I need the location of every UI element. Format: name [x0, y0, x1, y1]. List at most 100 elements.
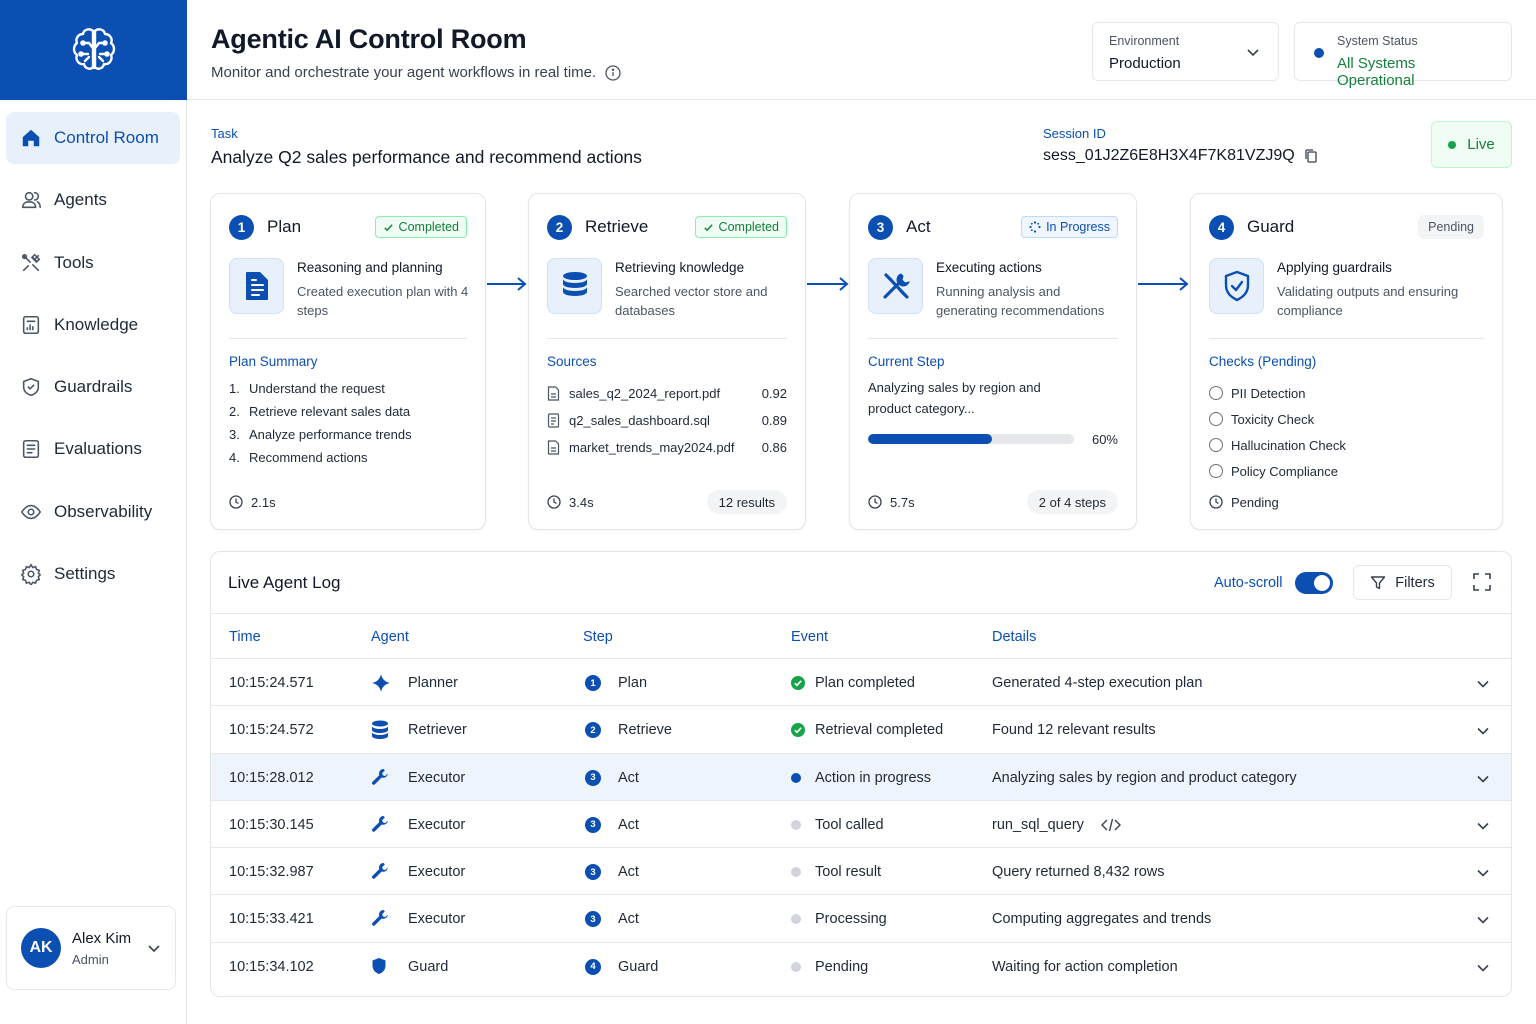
row-event: Plan completed [815, 675, 915, 691]
chevron-down-icon[interactable] [1476, 724, 1490, 738]
autoscroll-toggle[interactable] [1295, 572, 1333, 594]
row-step-number: 1 [585, 675, 601, 691]
sidebar-item-knowledge[interactable]: Knowledge [6, 299, 180, 351]
system-status: System Status All Systems Operational [1294, 22, 1512, 89]
sidebar: Control Room Agents Tools Knowledge Guar… [0, 0, 187, 1024]
step-desc-body: Running analysis and generating recommen… [936, 284, 1105, 318]
chevron-down-icon[interactable] [1476, 866, 1490, 880]
pdf-file-icon [547, 386, 560, 401]
check-circle-icon [791, 676, 805, 690]
check-label: PII Detection [1231, 385, 1306, 401]
chevron-down-icon[interactable] [1476, 913, 1490, 927]
source-item[interactable]: sales_q2_2024_report.pdf 0.92 [547, 380, 787, 407]
checks-list: PII Detection Toxicity Check Hallucinati… [1209, 380, 1346, 484]
user-menu[interactable]: AK Alex Kim Admin [6, 906, 176, 990]
check-item[interactable]: Hallucination Check [1209, 432, 1346, 458]
arrow-right-icon [1138, 277, 1189, 291]
list-item-text: Understand the request [249, 381, 385, 396]
wrench-icon [371, 768, 389, 786]
document-icon [229, 258, 284, 314]
divider [229, 338, 467, 339]
filters-button[interactable]: Filters [1353, 565, 1452, 600]
check-item[interactable]: PII Detection [1209, 380, 1346, 406]
session-id-text: sess_01J2Z6E8H3X4F7K81VZJ9Q [1043, 147, 1295, 164]
table-header: Time Agent Step Event Details [211, 614, 1511, 659]
sidebar-item-agents[interactable]: Agents [6, 174, 180, 226]
column-header-details[interactable]: Details [992, 629, 1036, 645]
step-desc-title: Retrieving knowledge [615, 260, 745, 275]
row-time: 10:15:28.012 [229, 769, 314, 786]
sidebar-item-guardrails[interactable]: Guardrails [6, 361, 180, 413]
column-header-step[interactable]: Step [583, 629, 613, 645]
environment-select[interactable]: Environment Production [1092, 22, 1279, 81]
table-row[interactable]: 10:15:33.421 Executor 3 Act Processing C… [211, 895, 1511, 943]
pdf-file-icon [547, 440, 560, 455]
chevron-down-icon[interactable] [1476, 961, 1490, 975]
column-header-agent[interactable]: Agent [371, 629, 409, 645]
table-row[interactable]: 10:15:34.102 Guard 4 Guard Pending Waiti… [211, 943, 1511, 990]
list-item-number: 2. [229, 404, 240, 419]
step-card-act[interactable]: 3 Act In Progress Executing actions Runn… [849, 193, 1137, 530]
source-item[interactable]: q2_sales_dashboard.sql 0.89 [547, 407, 787, 434]
agents-icon [20, 189, 42, 211]
chevron-down-icon [147, 941, 161, 955]
clock-icon [229, 495, 243, 509]
column-header-event[interactable]: Event [791, 629, 828, 645]
live-agent-log: Live Agent Log Auto-scroll Filters Time … [210, 551, 1512, 997]
column-header-time[interactable]: Time [229, 629, 261, 645]
filter-icon [1371, 575, 1386, 589]
results-count: 12 results [706, 490, 787, 514]
log-table-body: 10:15:24.571 Planner 1 Plan Plan complet… [211, 659, 1511, 990]
chevron-down-icon[interactable] [1476, 819, 1490, 833]
row-agent: Executor [408, 816, 466, 833]
step-desc-body: Created execution plan with 4 steps [297, 284, 469, 318]
sidebar-item-settings[interactable]: Settings [6, 548, 180, 600]
source-name: sales_q2_2024_report.pdf [569, 386, 721, 401]
chevron-down-icon[interactable] [1476, 677, 1490, 691]
source-item[interactable]: market_trends_may2024.pdf 0.86 [547, 434, 787, 461]
sidebar-item-label: Tools [54, 252, 94, 272]
table-row[interactable]: 10:15:32.987 Executor 3 Act Tool result … [211, 848, 1511, 896]
page-header: Agentic AI Control Room Monitor and orch… [187, 0, 1536, 100]
table-row[interactable]: 10:15:30.145 Executor 3 Act Tool called … [211, 801, 1511, 849]
system-status-label: System Status [1337, 34, 1418, 48]
page-title: Agentic AI Control Room [211, 24, 527, 54]
step-number: 1 [229, 214, 254, 240]
task-label: Task [211, 126, 238, 141]
copy-icon[interactable] [1303, 148, 1319, 164]
sidebar-nav: Control Room Agents Tools Knowledge Guar… [0, 100, 186, 622]
info-icon[interactable] [605, 64, 621, 81]
check-item[interactable]: Toxicity Check [1209, 406, 1346, 432]
environment-value: Production [1109, 55, 1181, 72]
code-icon[interactable] [1100, 818, 1121, 832]
row-time: 10:15:30.145 [229, 816, 314, 833]
arrow-right-icon [807, 277, 849, 291]
step-card-guard[interactable]: 4 Guard Pending Applying guardrails Vali… [1190, 193, 1503, 530]
row-agent: Executor [408, 769, 466, 786]
row-details-text: Waiting for action completion [992, 958, 1178, 975]
sidebar-item-label: Agents [54, 190, 107, 210]
user-role: Admin [72, 951, 109, 967]
table-row[interactable]: 10:15:24.572 Retriever 2 Retrieve Retrie… [211, 706, 1511, 754]
source-name: market_trends_may2024.pdf [569, 440, 735, 455]
row-details: Analyzing sales by region and product ca… [992, 770, 1297, 786]
section-label: Checks (Pending) [1209, 354, 1317, 369]
table-row[interactable]: 10:15:24.571 Planner 1 Plan Plan complet… [211, 659, 1511, 707]
row-agent: Guard [408, 958, 449, 975]
brain-logo-icon[interactable] [0, 0, 187, 100]
expand-icon[interactable] [1473, 573, 1491, 591]
check-item[interactable]: Policy Compliance [1209, 458, 1346, 484]
sidebar-item-evaluations[interactable]: Evaluations [6, 423, 180, 475]
sidebar-item-control-room[interactable]: Control Room [6, 112, 180, 164]
list-item-number: 4. [229, 450, 240, 465]
table-row[interactable]: 10:15:28.012 Executor 3 Act Action in pr… [211, 753, 1511, 801]
sidebar-item-observability[interactable]: Observability [6, 486, 180, 538]
sidebar-item-label: Settings [54, 564, 116, 584]
chevron-down-icon[interactable] [1476, 772, 1490, 786]
task-title: Analyze Q2 sales performance and recomme… [211, 147, 642, 167]
radio-icon [1209, 412, 1223, 426]
step-card-plan[interactable]: 1 Plan Completed Reasoning and planning … [210, 193, 486, 530]
clock-icon [547, 495, 561, 509]
step-card-retrieve[interactable]: 2 Retrieve Completed Retrieving knowledg… [528, 193, 806, 530]
sidebar-item-tools[interactable]: Tools [6, 237, 180, 289]
